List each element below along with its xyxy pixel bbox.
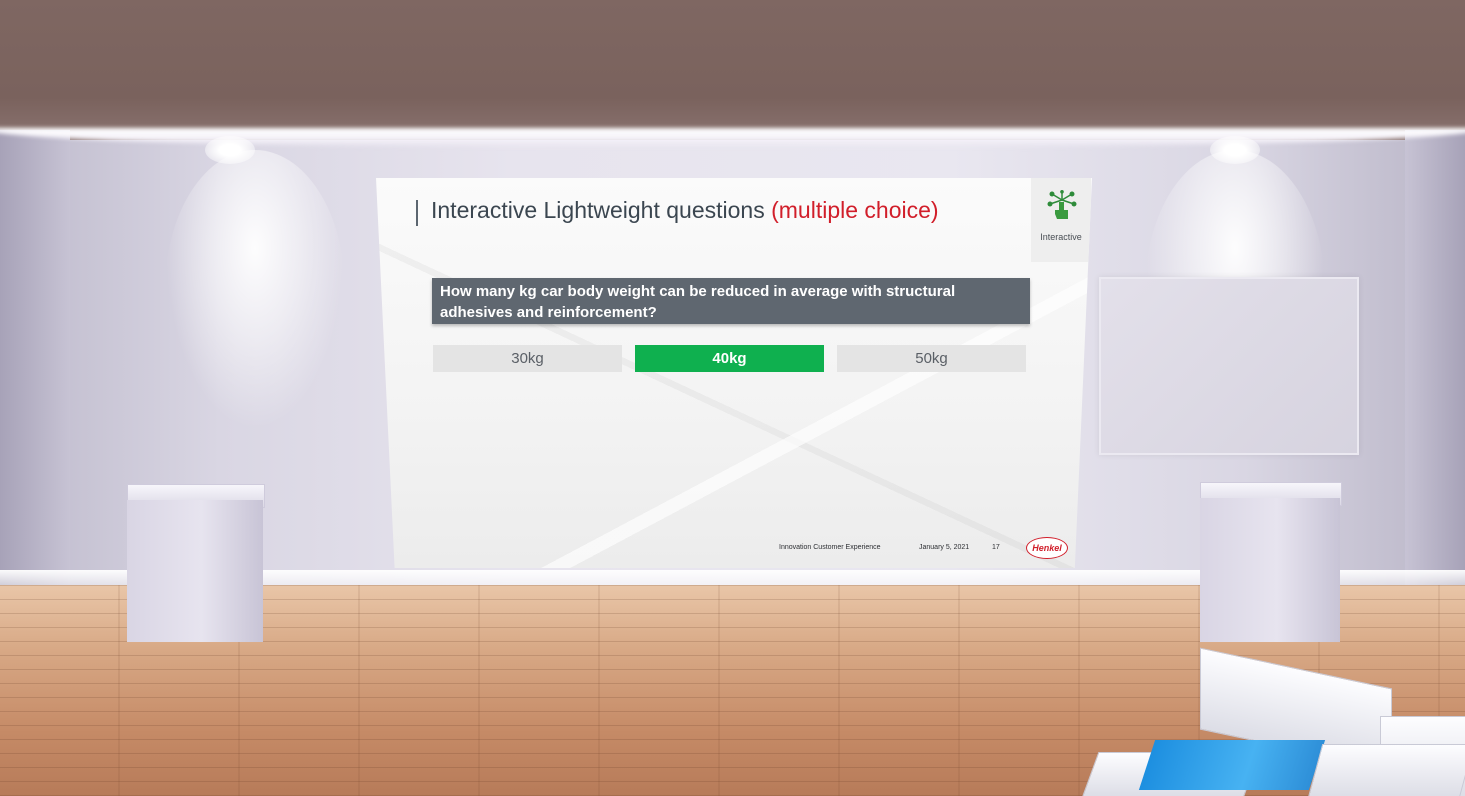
presentation-slide: Interactive Lightweight questions (multi…: [376, 178, 1092, 568]
footer-page-number: 17: [992, 544, 1000, 551]
left-spotlight: [205, 136, 255, 164]
interactive-label: Interactive: [1040, 232, 1082, 242]
touch-hand-network-icon: [1047, 190, 1077, 219]
interactive-badge: Interactive: [1031, 178, 1091, 262]
footer-event: Innovation Customer Experience: [779, 544, 881, 551]
virtual-showroom: Interactive Lightweight questions (multi…: [0, 0, 1465, 796]
question-box: How many kg car body weight can be reduc…: [432, 278, 1030, 324]
empty-wall-display[interactable]: [1099, 277, 1359, 455]
right-spotlight: [1210, 136, 1260, 164]
answer-option-50kg[interactable]: 50kg: [837, 345, 1026, 372]
blue-floor-tile: [1138, 740, 1326, 790]
right-pedestal[interactable]: [1200, 482, 1342, 642]
left-pedestal[interactable]: [127, 484, 265, 642]
pedestal-body: [1200, 498, 1340, 642]
footer-date: January 5, 2021: [919, 544, 970, 551]
white-block-seat: [1307, 744, 1465, 796]
slide-title-accent: (multiple choice): [771, 197, 939, 223]
ceiling: [0, 0, 1465, 140]
henkel-logo: Henkel: [1026, 537, 1068, 559]
right-wall: [1405, 130, 1465, 600]
title-accent-bar: [416, 200, 418, 226]
answer-option-40kg[interactable]: 40kg: [635, 345, 824, 372]
pedestal-body: [127, 500, 263, 642]
answer-option-30kg[interactable]: 30kg: [433, 345, 622, 372]
left-spotlight-glow: [165, 150, 345, 430]
left-wall: [0, 130, 70, 600]
slide-title-main: Interactive Lightweight questions: [431, 197, 765, 223]
slide-title: Interactive Lightweight questions (multi…: [431, 197, 939, 224]
